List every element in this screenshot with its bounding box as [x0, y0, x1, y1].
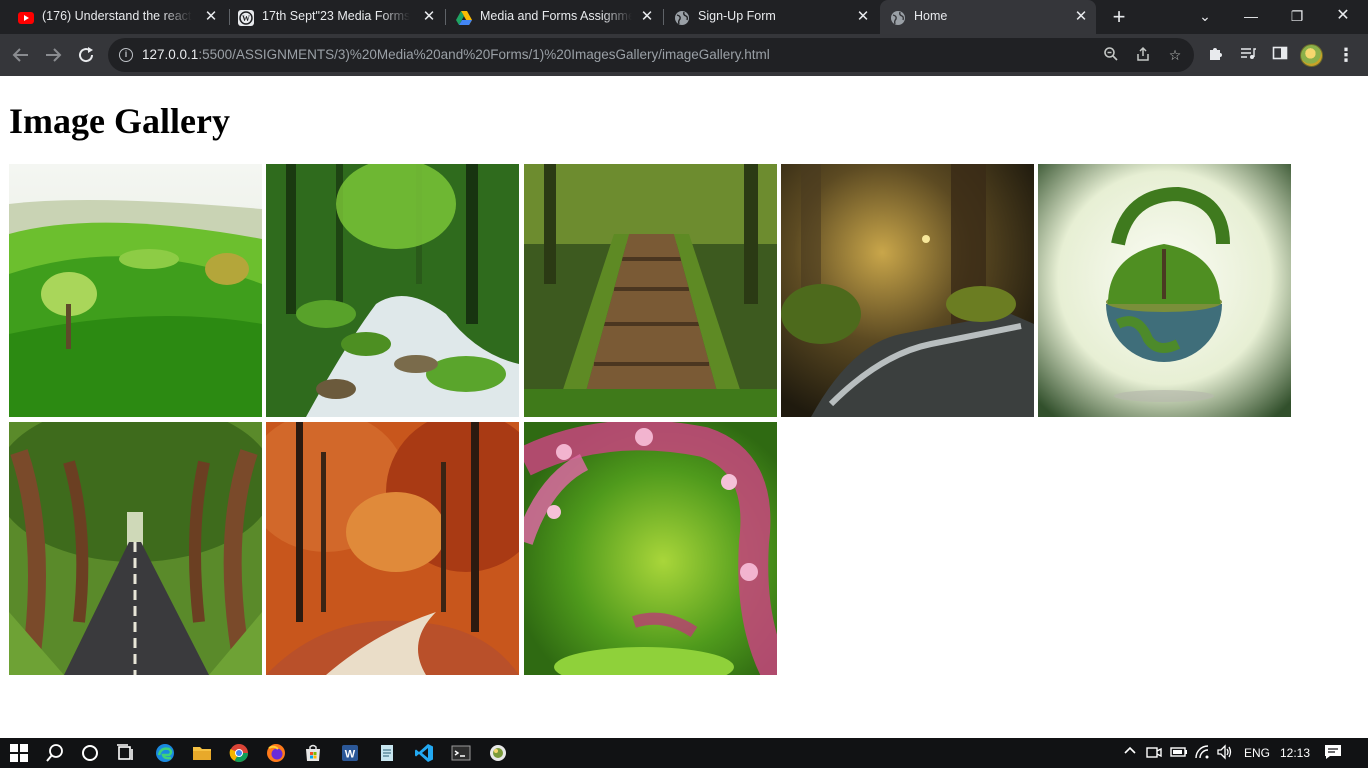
wordpress-icon: W	[238, 10, 254, 26]
input-language[interactable]: ENG	[1244, 744, 1270, 762]
task-view-icon[interactable]	[116, 743, 136, 763]
search-icon[interactable]	[45, 743, 65, 763]
windows-start-icon[interactable]	[9, 743, 29, 763]
back-button[interactable]	[9, 43, 33, 67]
cortana-icon[interactable]	[80, 743, 100, 763]
gallery-image-green-globe	[1038, 164, 1291, 417]
tab-google-drive[interactable]: Media and Forms Assignmen ✕	[446, 0, 664, 34]
gallery-image-tree-lined-road	[9, 422, 262, 675]
svg-text:W: W	[345, 749, 356, 761]
tab-sign-up-form[interactable]: Sign-Up Form ✕	[664, 0, 880, 34]
vscode-icon[interactable]	[414, 743, 434, 763]
close-window-button[interactable]: ✕	[1320, 0, 1366, 34]
new-tab-button[interactable]: +	[1108, 6, 1130, 28]
close-tab-icon[interactable]: ✕	[1072, 8, 1090, 26]
gallery-image-forest-stream	[266, 164, 519, 417]
windows-taskbar: W ENG 12:13	[0, 738, 1368, 768]
tab-strip: (176) Understand the react f ✕ W 17th Se…	[0, 0, 1368, 34]
share-icon[interactable]	[1134, 46, 1152, 64]
tab-search-chevron-icon[interactable]: ⌄	[1182, 0, 1228, 34]
reload-button[interactable]	[74, 43, 98, 67]
app-icon[interactable]	[488, 743, 508, 763]
page-title: Image Gallery	[9, 101, 230, 141]
page-content: Image Gallery	[0, 76, 1368, 738]
gallery-image-autumn-forest	[266, 422, 519, 675]
restore-button[interactable]: ❐	[1274, 0, 1320, 34]
firefox-icon[interactable]	[266, 743, 286, 763]
url-host: 127.0.0.1	[142, 47, 199, 62]
forward-button[interactable]	[41, 43, 65, 67]
tab-youtube[interactable]: (176) Understand the react f ✕	[8, 0, 230, 34]
gallery-image-mossy-bridge	[524, 164, 777, 417]
extensions-puzzle-icon[interactable]	[1206, 45, 1226, 65]
globe-icon	[891, 11, 905, 25]
wifi-icon[interactable]	[1194, 744, 1210, 765]
close-tab-icon[interactable]: ✕	[202, 8, 220, 26]
edge-icon[interactable]	[155, 743, 175, 763]
browser-menu-icon[interactable]: ⋮	[1336, 45, 1356, 65]
close-tab-icon[interactable]: ✕	[854, 8, 872, 26]
notifications-icon[interactable]	[1324, 744, 1342, 765]
battery-icon[interactable]	[1170, 744, 1188, 765]
word-icon[interactable]: W	[340, 743, 360, 763]
gallery-image-pink-blossoms	[524, 422, 777, 675]
media-queue-icon[interactable]	[1238, 45, 1258, 65]
back-arrow-icon	[12, 48, 28, 62]
url-text: 127.0.0.1:5500/ASSIGNMENTS/3)%20Media%20…	[142, 47, 770, 62]
tab-title: (176) Understand the react f	[42, 9, 192, 23]
close-tab-icon[interactable]: ✕	[420, 8, 438, 26]
svg-text:W: W	[242, 14, 250, 23]
gallery-image-forest-creek	[781, 164, 1034, 417]
address-bar[interactable]: i 127.0.0.1:5500/ASSIGNMENTS/3)%20Media%…	[108, 38, 1194, 72]
profile-avatar[interactable]	[1300, 44, 1323, 67]
meet-now-icon[interactable]	[1146, 744, 1162, 765]
url-path: :5500/ASSIGNMENTS/3)%20Media%20and%20For…	[198, 47, 770, 62]
tab-title: 17th Sept"23 Media Forms, I	[262, 9, 410, 23]
store-icon[interactable]	[303, 743, 323, 763]
minimize-button[interactable]: ―	[1228, 0, 1274, 34]
bookmark-star-icon[interactable]: ☆	[1166, 46, 1184, 64]
terminal-icon[interactable]	[451, 743, 471, 763]
show-hidden-icons-chevron-icon[interactable]	[1123, 744, 1137, 763]
notepad-icon[interactable]	[377, 743, 397, 763]
side-panel-icon[interactable]	[1270, 45, 1290, 65]
browser-toolbar: i 127.0.0.1:5500/ASSIGNMENTS/3)%20Media%…	[0, 34, 1368, 76]
tab-title: Media and Forms Assignmen	[480, 9, 632, 23]
site-info-icon[interactable]: i	[119, 48, 133, 62]
reload-icon	[79, 47, 94, 63]
zoom-icon[interactable]	[1102, 46, 1120, 64]
forward-arrow-icon	[46, 48, 62, 62]
globe-icon	[675, 11, 689, 25]
chrome-icon[interactable]	[229, 743, 249, 763]
tab-home[interactable]: Home ✕	[880, 0, 1096, 34]
volume-icon[interactable]	[1216, 744, 1234, 765]
youtube-icon	[18, 12, 34, 24]
google-drive-icon	[456, 11, 472, 25]
tab-title: Sign-Up Form	[698, 9, 776, 23]
file-explorer-icon[interactable]	[192, 743, 212, 763]
clock-time[interactable]: 12:13	[1280, 744, 1310, 762]
gallery-image-green-hills	[9, 164, 262, 417]
tab-wordpress[interactable]: W 17th Sept"23 Media Forms, I ✕	[228, 0, 446, 34]
tab-title: Home	[914, 9, 948, 23]
close-tab-icon[interactable]: ✕	[638, 8, 656, 26]
